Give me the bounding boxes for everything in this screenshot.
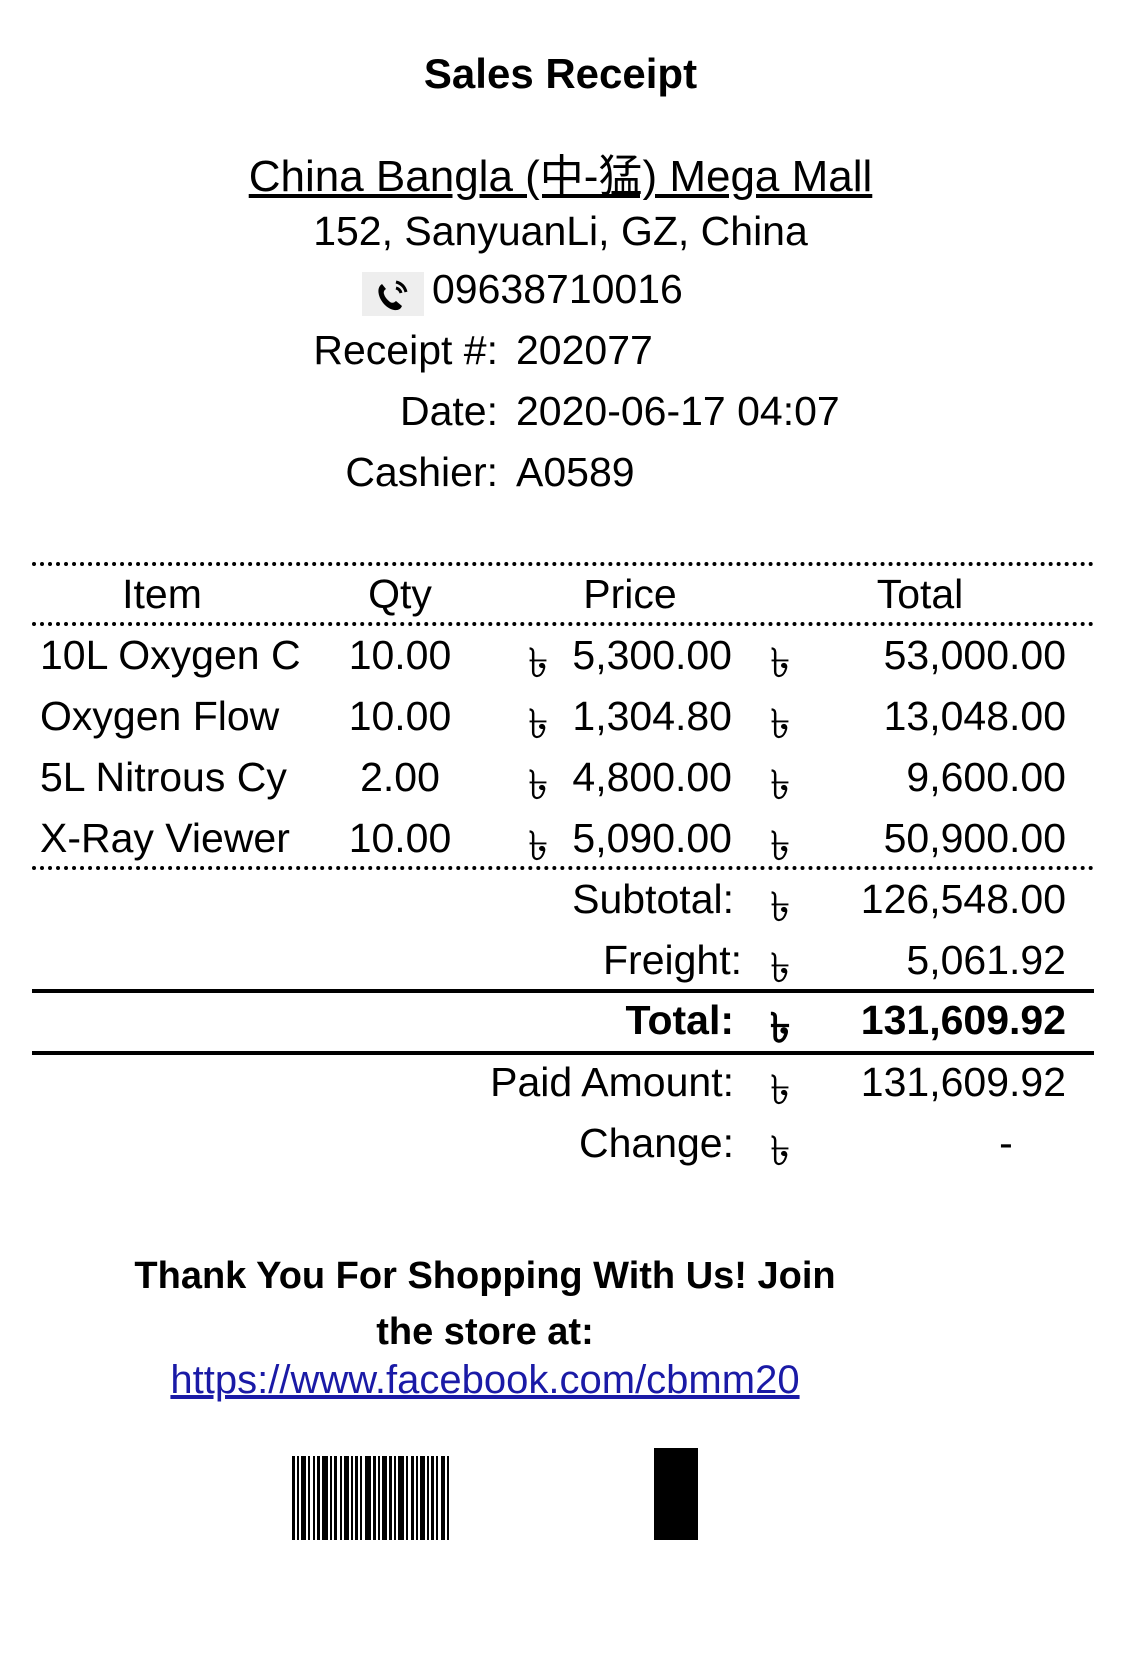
receipt-number-label: Receipt #: [313,327,498,373]
barcode-bar [420,1456,425,1540]
paid-amount-value: 131,609.92 [860,1059,1066,1105]
row-qty: 10.00 [348,632,452,678]
paid-amount-currency: ৳ [770,1067,791,1113]
change-label: Change: [578,1120,734,1166]
barcode-bar [317,1456,320,1540]
barcode-bar [330,1456,332,1540]
subtotal-value: 126,548.00 [860,876,1066,922]
row-qty: 10.00 [348,815,452,861]
barcode-bar [416,1456,418,1540]
row-total: 9,600.00 [906,754,1066,800]
barcode-bar [378,1456,380,1540]
barcode-bar [360,1456,362,1540]
barcode-bar [436,1456,438,1540]
row-item: X-Ray Viewer [40,815,290,861]
freight-label: Freight: [603,937,742,983]
barcode-block [654,1448,698,1540]
barcode-bar [340,1456,342,1540]
store-address: 152, SanyuanLi, GZ, China [313,208,808,254]
barcode-bar [355,1456,358,1540]
thank-you-line-1: Thank You For Shopping With Us! Join [134,1255,836,1297]
subtotal-label: Subtotal: [572,876,734,922]
barcode-bar [334,1456,337,1540]
store-name: China Bangla (中-猛) Mega Mall [248,152,873,201]
change-value: - [999,1120,1013,1166]
row-total-currency: ৳ [770,762,791,808]
row-price-currency: ৳ [528,823,549,869]
divider-top [32,562,1094,566]
header-price: Price [583,571,677,617]
total-label: Total: [625,997,734,1043]
row-price: 5,090.00 [572,815,732,861]
freight-value: 5,061.92 [906,937,1066,983]
row-total-currency: ৳ [770,701,791,747]
barcode-bar [389,1456,392,1540]
paid-amount-label: Paid Amount: [490,1059,734,1105]
row-total: 50,900.00 [883,815,1066,861]
date-value: 2020-06-17 04:07 [516,388,840,434]
barcode-bar [382,1456,387,1540]
divider-total-bottom [32,1051,1094,1055]
row-price: 1,304.80 [572,693,732,739]
barcode-bar [427,1456,429,1540]
barcode-bar [441,1456,445,1540]
facebook-link[interactable]: https://www.facebook.com/cbmm20 [90,1358,880,1403]
header-qty: Qty [368,571,432,617]
barcode-bar [322,1456,328,1540]
barcode-bar [292,1456,295,1540]
thank-you-line-2: the store at: [376,1311,594,1353]
row-price: 5,300.00 [572,632,732,678]
barcode-bar [313,1456,315,1540]
row-total-currency: ৳ [770,823,791,869]
row-total: 13,048.00 [883,693,1066,739]
change-currency: ৳ [770,1128,791,1174]
row-item: 5L Nitrous Cy [40,754,287,800]
barcode-bar [411,1456,414,1540]
freight-currency: ৳ [770,945,791,991]
header-item: Item [122,571,202,617]
barcode [292,1448,698,1540]
row-item: Oxygen Flow [40,693,280,739]
header-total: Total [876,571,964,617]
receipt-number: 202077 [516,327,653,373]
barcode-bar [297,1456,299,1540]
divider-header [32,622,1094,626]
barcode-bar [373,1456,376,1540]
row-qty: 2.00 [360,754,440,800]
divider-items-end [32,866,1094,870]
row-price-currency: ৳ [528,640,549,686]
barcode-bar [406,1456,408,1540]
total-value: 131,609.92 [860,997,1066,1043]
barcode-bar [301,1456,306,1540]
barcode-bar [398,1456,404,1540]
barcode-bar [308,1456,310,1540]
phone-icon [362,272,424,316]
row-price-currency: ৳ [528,701,549,747]
barcode-bar [447,1456,449,1540]
subtotal-currency: ৳ [770,884,791,930]
cashier-value: A0589 [516,449,635,495]
row-price: 4,800.00 [572,754,732,800]
barcode-bar [394,1456,396,1540]
row-price-currency: ৳ [528,762,549,808]
barcode-bar [344,1456,349,1540]
row-total: 53,000.00 [883,632,1066,678]
cashier-label: Cashier: [345,449,498,495]
barcode-bar [351,1456,353,1540]
barcode-bar [365,1456,371,1540]
row-qty: 10.00 [348,693,452,739]
receipt-title: Sales Receipt [423,50,698,97]
barcode-bar [431,1456,434,1540]
row-item: 10L Oxygen C [40,632,301,678]
divider-total-top [32,989,1094,993]
total-currency: ৳ [770,1005,791,1051]
row-total-currency: ৳ [770,640,791,686]
date-label: Date: [400,388,498,434]
store-phone: 09638710016 [432,266,683,312]
